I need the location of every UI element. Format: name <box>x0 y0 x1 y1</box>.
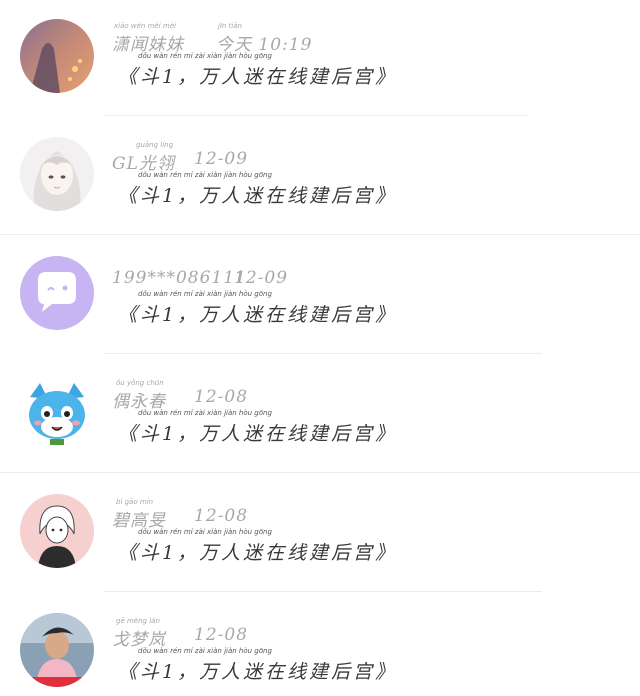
message-pinyin: dǒu wàn rén mí zài xiàn jiàn hòu gōng <box>138 52 272 60</box>
name-pinyin: guāng líng <box>136 141 174 149</box>
message-text: 《斗1，万人迷在线建后宫》 <box>118 542 398 564</box>
sunset-girl-avatar-icon <box>20 19 94 93</box>
divider <box>104 353 542 354</box>
message-text: 《斗1，万人迷在线建后宫》 <box>118 661 398 683</box>
name-pinyin: ǒu yǒng chūn <box>116 379 164 387</box>
message-pinyin: dǒu wàn rén mí zài xiàn jiàn hòu gōng <box>138 171 272 179</box>
blue-cat-avatar-icon <box>20 375 94 449</box>
timestamp: 12-08 <box>194 387 249 407</box>
avatar[interactable] <box>20 494 94 568</box>
avatar[interactable] <box>20 613 94 687</box>
avatar[interactable] <box>20 137 94 211</box>
message-text: 《斗1，万人迷在线建后宫》 <box>118 66 398 88</box>
item-header: xiāo wén mèi mèi 潇闻妹妹 jīn tiān 今天 10:19 <box>112 0 552 60</box>
message-pinyin: dǒu wàn rén mí zài xiàn jiàn hòu gōng <box>138 290 272 298</box>
name-pinyin: bì gāo mín <box>116 498 154 506</box>
list-item[interactable]: guāng líng GL光翎 12-09 dǒu wàn rén mí zài… <box>0 119 640 238</box>
message-text: 《斗1，万人迷在线建后宫》 <box>118 423 398 445</box>
item-header: ǒu yǒng chūn 偶永春 12-08 <box>112 357 552 417</box>
message-text: 《斗1，万人迷在线建后宫》 <box>118 185 398 207</box>
boy-photo-avatar-icon <box>20 613 94 687</box>
message-pinyin: dǒu wàn rén mí zài xiàn jiàn hòu gōng <box>138 409 272 417</box>
chat-bubble-default-avatar-icon <box>20 256 94 330</box>
name-pinyin: gē mèng lán <box>116 617 160 625</box>
message-pinyin: dǒu wàn rén mí zài xiàn jiàn hòu gōng <box>138 528 272 536</box>
message-pinyin: dǒu wàn rén mí zài xiàn jiàn hòu gōng <box>138 647 272 655</box>
avatar[interactable] <box>20 19 94 93</box>
message-text: 《斗1，万人迷在线建后宫》 <box>118 304 398 326</box>
divider <box>104 115 528 116</box>
time-pinyin: jīn tiān <box>218 22 242 30</box>
divider <box>0 234 640 235</box>
timestamp: 12-09 <box>234 268 289 288</box>
item-header: 199***086111 12-09 <box>112 238 552 298</box>
sketch-girl-avatar-icon <box>20 494 94 568</box>
list-item[interactable]: bì gāo mín 碧高旻 12-08 dǒu wàn rén mí zài … <box>0 476 640 595</box>
white-hair-anime-avatar-icon <box>20 137 94 211</box>
avatar[interactable] <box>20 375 94 449</box>
comment-list: xiāo wén mèi mèi 潇闻妹妹 jīn tiān 今天 10:19 … <box>0 0 640 696</box>
name-pinyin: xiāo wén mèi mèi <box>114 22 176 30</box>
list-item[interactable]: 199***086111 12-09 dǒu wàn rén mí zài xi… <box>0 238 640 357</box>
timestamp: 12-09 <box>194 149 249 169</box>
list-item[interactable]: gē mèng lán 戈梦岚 12-08 dǒu wàn rén mí zài… <box>0 595 640 696</box>
timestamp: 12-08 <box>194 625 249 645</box>
timestamp: 12-08 <box>194 506 249 526</box>
list-item[interactable]: ǒu yǒng chūn 偶永春 12-08 dǒu wàn rén mí zà… <box>0 357 640 476</box>
item-header: bì gāo mín 碧高旻 12-08 <box>112 476 552 536</box>
item-header: guāng líng GL光翎 12-09 <box>112 119 552 179</box>
list-item[interactable]: xiāo wén mèi mèi 潇闻妹妹 jīn tiān 今天 10:19 … <box>0 0 640 119</box>
item-header: gē mèng lán 戈梦岚 12-08 <box>112 595 552 655</box>
divider <box>104 591 542 592</box>
avatar[interactable] <box>20 256 94 330</box>
username[interactable]: 199***086111 <box>112 268 247 288</box>
divider <box>0 472 640 473</box>
